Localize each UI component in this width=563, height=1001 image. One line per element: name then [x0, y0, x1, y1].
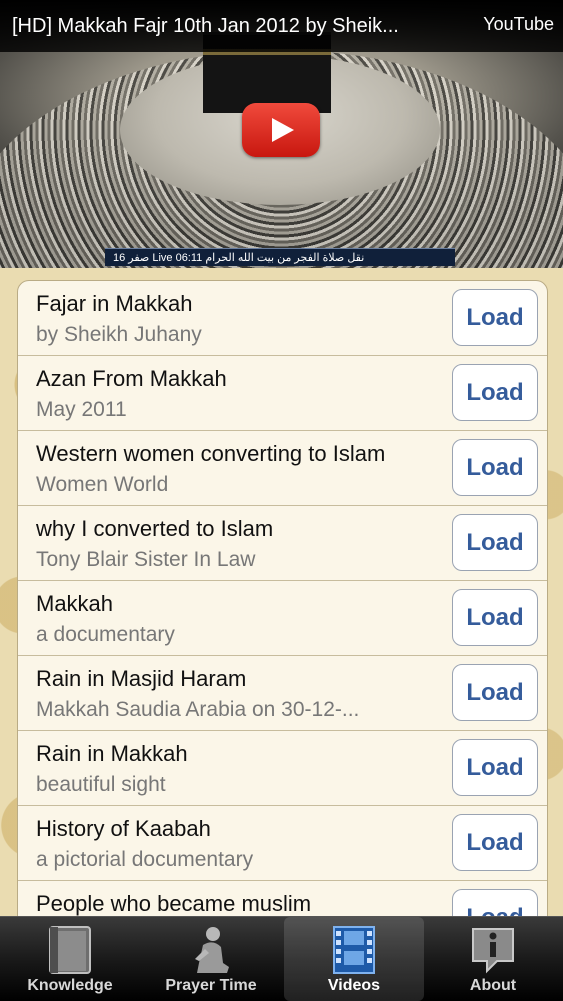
load-button[interactable]: Load: [452, 664, 538, 721]
tab-about[interactable]: About: [423, 917, 563, 1001]
video-item-title: Western women converting to Islam: [36, 441, 386, 466]
video-title-bar[interactable]: [HD] Makkah Fajr 10th Jan 2012 by Sheik.…: [0, 0, 563, 52]
video-item-title: History of Kaabah: [36, 816, 211, 841]
list-item[interactable]: Azan From Makkah May 2011 Load: [18, 356, 547, 431]
youtube-logo[interactable]: YouTube: [483, 14, 554, 35]
video-title[interactable]: [HD] Makkah Fajr 10th Jan 2012 by Sheik.…: [0, 15, 462, 38]
play-button[interactable]: [242, 103, 320, 157]
video-item-title: People who became muslim: [36, 891, 312, 916]
video-list[interactable]: Fajar in Makkah by Sheikh Juhany Load Az…: [17, 280, 548, 916]
video-item-subtitle: Tony Blair Sister In Law: [36, 548, 256, 571]
tab-label: Knowledge: [27, 977, 113, 994]
tab-label: Videos: [327, 977, 381, 994]
video-list-area[interactable]: Fajar in Makkah by Sheikh Juhany Load Az…: [0, 268, 563, 916]
list-item[interactable]: why I converted to Islam Tony Blair Sist…: [18, 506, 547, 581]
tab-label: About: [469, 977, 517, 994]
video-item-subtitle: by Sheikh Juhany: [36, 323, 202, 346]
video-item-subtitle: May 2011: [36, 398, 127, 421]
film-strip-icon: [333, 926, 375, 974]
video-item-title: Rain in Masjid Haram: [36, 666, 247, 691]
video-item-title: why I converted to Islam: [36, 516, 274, 541]
load-button[interactable]: Load: [452, 514, 538, 571]
load-button[interactable]: Load: [452, 439, 538, 496]
load-button[interactable]: Load: [452, 364, 538, 421]
load-button[interactable]: Load: [452, 589, 538, 646]
book-icon: [49, 926, 91, 974]
load-button[interactable]: Load: [452, 739, 538, 796]
video-item-subtitle: beautiful sight: [36, 773, 166, 796]
list-item[interactable]: People who became muslim Load: [18, 881, 547, 916]
video-item-subtitle: a pictorial documentary: [36, 848, 254, 871]
list-item[interactable]: Western women converting to Islam Women …: [18, 431, 547, 506]
list-item[interactable]: Makkah a documentary Load: [18, 581, 547, 656]
video-item-title: Azan From Makkah: [36, 366, 227, 391]
list-item[interactable]: Fajar in Makkah by Sheikh Juhany Load: [18, 281, 547, 356]
info-icon: [472, 928, 514, 974]
video-item-subtitle: a documentary: [36, 623, 175, 646]
load-button[interactable]: Load: [452, 289, 538, 346]
tab-knowledge[interactable]: Knowledge: [0, 917, 140, 1001]
list-item[interactable]: History of Kaabah a pictorial documentar…: [18, 806, 547, 881]
list-item[interactable]: Rain in Makkah beautiful sight Load: [18, 731, 547, 806]
praying-person-icon: [195, 927, 229, 973]
tab-bar: Knowledge Prayer Time Videos About: [0, 916, 563, 1001]
video-item-title: Makkah: [36, 591, 114, 616]
tab-videos[interactable]: Videos: [284, 917, 424, 1001]
tab-label: Prayer Time: [165, 977, 257, 994]
video-player[interactable]: [HD] Makkah Fajr 10th Jan 2012 by Sheik.…: [0, 0, 563, 268]
video-item-title: Rain in Makkah: [36, 741, 188, 766]
video-ticker: 16 صفر Live 06:11 نقل صلاة الفجر من بيت …: [105, 248, 455, 266]
load-button[interactable]: Load: [452, 814, 538, 871]
video-item-subtitle: Women World: [36, 473, 169, 496]
video-item-title: Fajar in Makkah: [36, 291, 193, 316]
list-item[interactable]: Rain in Masjid Haram Makkah Saudia Arabi…: [18, 656, 547, 731]
tab-prayer-time[interactable]: Prayer Time: [141, 917, 281, 1001]
load-button[interactable]: Load: [452, 889, 538, 916]
video-item-subtitle: Makkah Saudia Arabia on 30-12-...: [36, 698, 360, 721]
